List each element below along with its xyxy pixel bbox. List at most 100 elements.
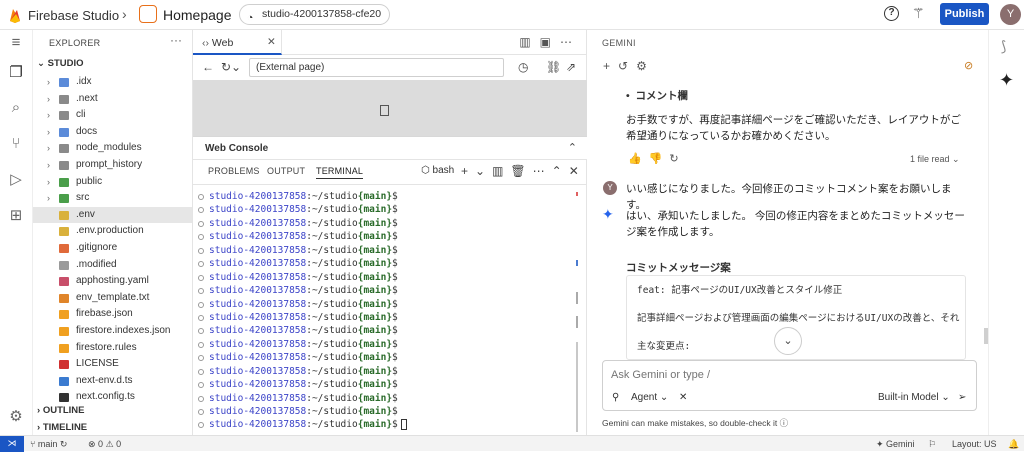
tree-file[interactable]: .modified (33, 257, 192, 274)
tree-folder[interactable]: › prompt_history (33, 157, 192, 174)
terminal-line: studio-4200137858:~/studio{main}$ (193, 338, 587, 351)
tree-file[interactable]: next-env.d.ts (33, 373, 192, 390)
prompt-path: :~/studio (306, 392, 358, 404)
prompt-host: studio-4200137858 (209, 285, 307, 297)
command-decoration-icon (198, 422, 204, 429)
tree-file[interactable]: next.config.ts (33, 389, 192, 406)
tab-web[interactable]: ‹› Web ✕ (193, 30, 282, 55)
tree-file[interactable]: .env (33, 206, 192, 224)
notifications-icon[interactable]: 🔔 (1008, 439, 1019, 450)
tree-folder[interactable]: › src (33, 190, 192, 207)
prompt-end: $ (392, 231, 398, 243)
prompt-path: :~/studio (306, 311, 358, 323)
timeline-section[interactable]: › TIMELINE (37, 422, 87, 433)
commit-line: 主な変更点: (637, 341, 691, 352)
hide-icon[interactable]: ⊘ (964, 59, 973, 72)
tree-file[interactable]: firebase.json (33, 306, 192, 323)
prompt-end: $ (392, 325, 398, 337)
send-icon[interactable]: ➢ (958, 392, 966, 403)
back-icon[interactable]: ← (202, 60, 214, 74)
web-console-header[interactable]: Web Console ⌃ (193, 136, 587, 160)
feedback-icon[interactable]: ⚐ (928, 439, 936, 450)
problems-status[interactable]: ⊗ 0 ⚠ 0 (88, 439, 121, 450)
tree-folder[interactable]: › public (33, 174, 192, 191)
prompt-end: $ (392, 419, 398, 431)
layout-status[interactable]: Layout: US (952, 439, 997, 449)
settings-icon[interactable]: ⚙ (6, 407, 26, 427)
tree-file[interactable]: firestore.rules (33, 340, 192, 357)
tab-terminal[interactable]: TERMINAL (316, 166, 364, 179)
avatar[interactable]: Y (1000, 4, 1021, 25)
document-icon (380, 105, 389, 116)
folder-icon (59, 160, 69, 170)
branch-status[interactable]: ⑂ main ↻ (30, 439, 67, 450)
command-decoration-icon (198, 247, 204, 254)
terminal-scrollbar[interactable] (575, 190, 579, 435)
scroll-down-button[interactable]: ⌄ (774, 327, 802, 355)
tree-file[interactable]: .env.production (33, 223, 192, 240)
tree-folder[interactable]: › node_modules (33, 140, 192, 157)
url-input[interactable] (249, 58, 504, 77)
tree-folder[interactable]: › docs (33, 124, 192, 141)
tree-file[interactable]: apphosting.yaml (33, 273, 192, 290)
terminal-output[interactable]: studio-4200137858:~/studio{main}$ studio-… (193, 190, 587, 435)
tree-folder[interactable]: › .idx (33, 74, 192, 91)
tree-file[interactable]: LICENSE (33, 356, 192, 373)
reload-icon[interactable]: ↻⌄ (221, 60, 241, 74)
firebase-icon[interactable]: ⟆ (1001, 38, 1006, 55)
search-icon[interactable]: ⌕ (6, 98, 26, 118)
chat-input[interactable] (611, 367, 911, 383)
tree-folder[interactable]: › .next (33, 91, 192, 108)
gemini-status[interactable]: ✦ Gemini (876, 439, 915, 450)
prompt-host: studio-4200137858 (209, 231, 307, 243)
prompt-path: :~/studio (306, 298, 358, 310)
run-debug-icon[interactable]: ▷ (6, 170, 26, 190)
help-icon[interactable]: ? (884, 6, 899, 21)
tree-item-label: firestore.indexes.json (76, 324, 171, 336)
source-control-icon[interactable]: ⑂ (6, 134, 26, 154)
remote-icon[interactable]: ⋊ (0, 436, 24, 452)
agent-selector[interactable]: Agent ⌄ (631, 392, 668, 403)
feedback-icons[interactable]: 👍👎↻ (628, 152, 686, 165)
workspace-root[interactable]: ⌄ STUDIO (37, 58, 84, 69)
brand-name[interactable]: Firebase Studio (28, 8, 119, 23)
open-external-icon[interactable]: ⇗ (566, 60, 576, 74)
tools-icon[interactable]: ✕ (679, 392, 687, 403)
split-and-lock-icons[interactable]: ▥▣⋯ (519, 35, 581, 49)
link-icon[interactable]: ⛓ (546, 60, 561, 74)
prompt-path: :~/studio (306, 352, 358, 364)
workspace-chip[interactable]: ◔ studio-4200137858-cfe20 (239, 4, 391, 25)
terminal-line: studio-4200137858:~/studio{main}$ (193, 324, 587, 337)
magic-wand-icon[interactable]: ⚚ (912, 5, 925, 22)
prompt-end: $ (392, 285, 398, 297)
home-icon (139, 5, 157, 23)
explorer-icon[interactable]: ❐ (6, 63, 26, 83)
more-actions-icon[interactable]: ··· (170, 33, 182, 47)
chevron-up-icon[interactable]: ⌃ (568, 141, 577, 154)
tab-output[interactable]: OUTPUT (267, 166, 305, 176)
tab-problems[interactable]: PROBLEMS (208, 166, 260, 176)
shell-selector[interactable]: ⬡ bash (421, 165, 454, 176)
attach-icon[interactable]: ⚲ (612, 392, 619, 403)
tree-file[interactable]: .gitignore (33, 240, 192, 257)
tree-folder[interactable]: › cli (33, 107, 192, 124)
gemini-icon[interactable]: ✦ (999, 70, 1014, 91)
terminal-action-icons[interactable]: +⌄▥🗑⋯⌃✕ (461, 164, 586, 178)
tree-file[interactable]: firestore.indexes.json (33, 323, 192, 340)
code-icon: ‹› (202, 37, 209, 49)
model-selector[interactable]: Built-in Model ⌄ (878, 392, 950, 403)
prompt-path: :~/studio (306, 271, 358, 283)
outline-section[interactable]: › OUTLINE (37, 405, 85, 416)
publish-button[interactable]: Publish (940, 3, 989, 25)
extensions-icon[interactable]: ⊞ (6, 206, 26, 226)
workspace-name: studio-4200137858-cfe20 (262, 8, 382, 20)
close-icon[interactable]: ✕ (267, 36, 276, 48)
tree-file[interactable]: env_template.txt (33, 290, 192, 307)
page-title[interactable]: Homepage (163, 7, 232, 23)
devices-icon[interactable]: ◷ (518, 60, 528, 74)
menu-icon[interactable]: ≡ (6, 33, 26, 53)
file-read-toggle[interactable]: 1 file read ⌄ (910, 154, 960, 165)
prompt-end: $ (392, 379, 398, 391)
prompt-end: $ (392, 311, 398, 323)
gemini-toolbar[interactable]: +↺⚙ (603, 59, 655, 73)
